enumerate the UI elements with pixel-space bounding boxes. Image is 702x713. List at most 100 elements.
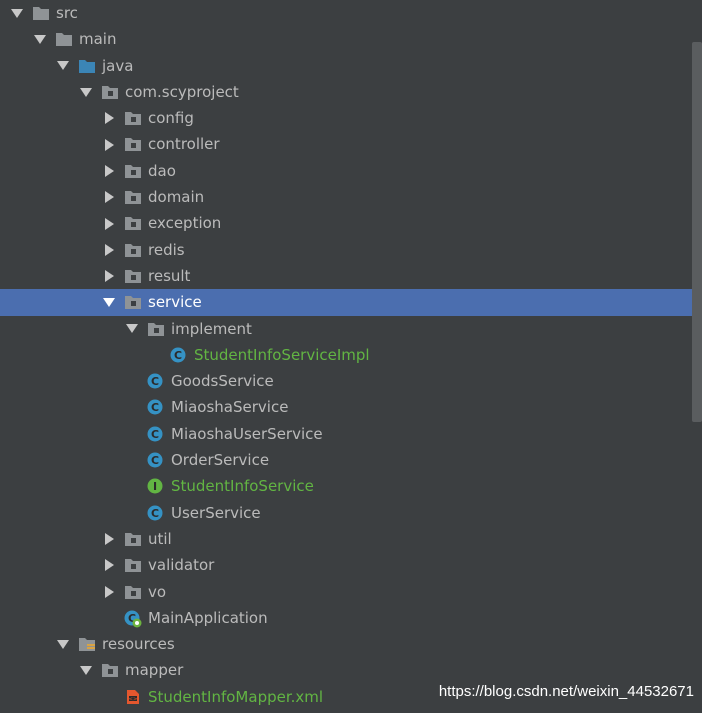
- expand-arrow-icon[interactable]: [56, 53, 70, 79]
- svg-text:C: C: [151, 375, 159, 388]
- tree-node-label: java: [102, 56, 134, 75]
- package-icon: [124, 110, 142, 126]
- package-icon: [124, 531, 142, 547]
- tree-node-label: com.scyproject: [125, 82, 239, 101]
- watermark: https://blog.csdn.net/weixin_44532671: [438, 683, 694, 700]
- tree-node-label: validator: [148, 556, 215, 575]
- tree-node-label: main: [79, 30, 117, 49]
- class-icon: C: [147, 426, 165, 442]
- class-icon: C: [147, 373, 165, 389]
- expand-arrow-icon[interactable]: [56, 631, 70, 657]
- package-icon: [124, 294, 142, 310]
- tree-node-label: StudentInfoMapper.xml: [148, 687, 324, 706]
- package-icon: [124, 136, 142, 152]
- source-folder-icon: [78, 58, 96, 74]
- collapse-arrow-icon[interactable]: [102, 526, 116, 552]
- tree-node-label: MiaoshaUserService: [171, 424, 323, 443]
- tree-node-label: UserService: [171, 503, 261, 522]
- tree-node-label: controller: [148, 135, 220, 154]
- tree-node-main[interactable]: main: [0, 26, 702, 52]
- package-icon: [124, 557, 142, 573]
- tree-node-label: StudentInfoService: [171, 477, 314, 496]
- interface-icon: I: [147, 478, 165, 494]
- tree-node-goodsservice[interactable]: C GoodsService: [0, 368, 702, 394]
- collapse-arrow-icon[interactable]: [102, 210, 116, 236]
- tree-node-label: service: [148, 293, 202, 312]
- package-icon: [124, 163, 142, 179]
- package-icon: [124, 268, 142, 284]
- tree-node-label: redis: [148, 240, 185, 259]
- tree-node-com-scyproject[interactable]: com.scyproject: [0, 79, 702, 105]
- tree-node-vo[interactable]: vo: [0, 579, 702, 605]
- package-icon: [101, 84, 119, 100]
- tree-node-label: config: [148, 109, 194, 128]
- tree-node-controller[interactable]: controller: [0, 131, 702, 157]
- expand-arrow-icon[interactable]: [102, 289, 116, 315]
- tree-node-java[interactable]: java: [0, 53, 702, 79]
- tree-node-orderservice[interactable]: C OrderService: [0, 447, 702, 473]
- tree-node-studentinfoservice[interactable]: I StudentInfoService: [0, 473, 702, 499]
- tree-node-mainapplication[interactable]: C MainApplication: [0, 605, 702, 631]
- collapse-arrow-icon[interactable]: [102, 237, 116, 263]
- collapse-arrow-icon[interactable]: [102, 158, 116, 184]
- collapse-arrow-icon[interactable]: [102, 263, 116, 289]
- tree-node-resources[interactable]: resources: [0, 631, 702, 657]
- tree-node-miaoshaservice[interactable]: C MiaoshaService: [0, 394, 702, 420]
- tree-node-label: resources: [102, 635, 175, 654]
- tree-node-mapper[interactable]: mapper: [0, 657, 702, 683]
- class-icon: C: [147, 452, 165, 468]
- xml-file-icon: <>: [124, 689, 142, 705]
- expand-arrow-icon[interactable]: [125, 316, 139, 342]
- tree-node-label: OrderService: [171, 451, 270, 470]
- package-icon: [124, 189, 142, 205]
- package-icon: [124, 584, 142, 600]
- tree-node-studentinfoserviceimpl[interactable]: C StudentInfoServiceImpl: [0, 342, 702, 368]
- svg-text:<>: <>: [128, 696, 138, 702]
- vertical-scrollbar[interactable]: [692, 42, 702, 422]
- tree-node-src[interactable]: src: [0, 0, 702, 26]
- folder-icon: [55, 31, 73, 47]
- collapse-arrow-icon[interactable]: [102, 131, 116, 157]
- tree-node-label: MiaoshaService: [171, 398, 289, 417]
- tree-node-miaoshauserservice[interactable]: C MiaoshaUserService: [0, 421, 702, 447]
- svg-text:I: I: [153, 480, 157, 493]
- package-icon: [101, 662, 119, 678]
- package-icon: [124, 242, 142, 258]
- class-icon: C: [147, 399, 165, 415]
- collapse-arrow-icon[interactable]: [102, 579, 116, 605]
- tree-node-exception[interactable]: exception: [0, 210, 702, 236]
- class-icon: C: [170, 347, 188, 363]
- tree-node-userservice[interactable]: C UserService: [0, 500, 702, 526]
- svg-text:C: C: [151, 428, 159, 441]
- svg-text:C: C: [151, 507, 159, 520]
- tree-node-label: domain: [148, 188, 205, 207]
- svg-text:C: C: [151, 454, 159, 467]
- tree-node-implement[interactable]: implement: [0, 316, 702, 342]
- package-icon: [147, 321, 165, 337]
- tree-node-redis[interactable]: redis: [0, 237, 702, 263]
- tree-node-config[interactable]: config: [0, 105, 702, 131]
- expand-arrow-icon[interactable]: [79, 657, 93, 683]
- collapse-arrow-icon[interactable]: [102, 552, 116, 578]
- tree-node-service[interactable]: service: [0, 289, 702, 316]
- resources-folder-icon: [78, 636, 96, 652]
- tree-node-label: src: [56, 4, 78, 22]
- tree-node-label: exception: [148, 214, 222, 233]
- class-icon: C: [147, 505, 165, 521]
- collapse-arrow-icon[interactable]: [102, 184, 116, 210]
- collapse-arrow-icon[interactable]: [102, 105, 116, 131]
- package-icon: [124, 215, 142, 231]
- tree-node-label: mapper: [125, 661, 184, 680]
- expand-arrow-icon[interactable]: [33, 26, 47, 52]
- tree-node-label: result: [148, 266, 191, 285]
- tree-node-validator[interactable]: validator: [0, 552, 702, 578]
- expand-arrow-icon[interactable]: [79, 79, 93, 105]
- tree-node-label: StudentInfoServiceImpl: [194, 345, 370, 364]
- spring-boot-class-icon: C: [124, 610, 142, 628]
- tree-node-result[interactable]: result: [0, 263, 702, 289]
- expand-arrow-icon[interactable]: [10, 0, 24, 26]
- tree-node-util[interactable]: util: [0, 526, 702, 552]
- tree-node-dao[interactable]: dao: [0, 158, 702, 184]
- tree-node-domain[interactable]: domain: [0, 184, 702, 210]
- project-tree: src main java com.scyproject config controlle…: [0, 0, 702, 710]
